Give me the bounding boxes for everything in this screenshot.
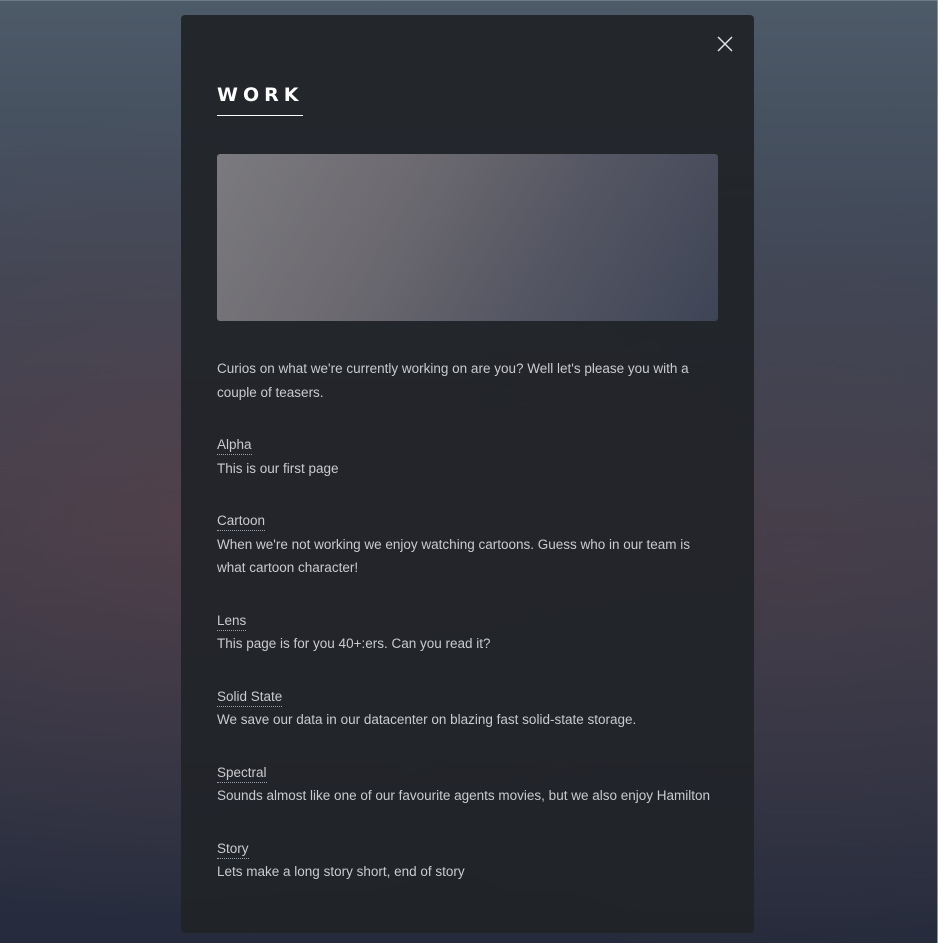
item-description: This page is for you 40+:ers. Can you re…: [217, 636, 491, 651]
list-item: Cartoon When we're not working we enjoy …: [217, 509, 718, 580]
list-item: Alpha This is our first page: [217, 433, 718, 480]
list-item: Lens This page is for you 40+:ers. Can y…: [217, 609, 718, 656]
list-item: Story Lets make a long story short, end …: [217, 837, 718, 884]
item-link-lens[interactable]: Lens: [217, 611, 247, 631]
work-panel: WORK Curios on what we're currently work…: [181, 15, 754, 933]
intro-text: Curios on what we're currently working o…: [217, 361, 689, 400]
top-border-line: [0, 0, 938, 1]
page-title: WORK: [217, 83, 304, 116]
item-description: This is our first page: [217, 460, 339, 476]
item-description: Lets make a long story short, end of sto…: [217, 864, 465, 879]
close-button[interactable]: [714, 33, 736, 55]
item-description: We save our data in our datacenter on bl…: [217, 712, 637, 727]
item-link-story[interactable]: Story: [217, 839, 249, 859]
item-link-alpha[interactable]: Alpha: [217, 435, 252, 455]
item-link-solid-state[interactable]: Solid State: [217, 687, 283, 707]
close-icon: [717, 36, 733, 52]
list-item: Solid State We save our data in our data…: [217, 685, 718, 732]
item-description: Sounds almost like one of our favourite …: [217, 788, 711, 803]
list-item: Spectral Sounds almost like one of our f…: [217, 761, 718, 808]
work-content: Curios on what we're currently working o…: [217, 357, 718, 913]
item-description: When we're not working we enjoy watching…: [217, 536, 691, 576]
feature-image: [217, 154, 718, 321]
item-link-spectral[interactable]: Spectral: [217, 763, 267, 783]
item-link-cartoon[interactable]: Cartoon: [217, 511, 266, 531]
